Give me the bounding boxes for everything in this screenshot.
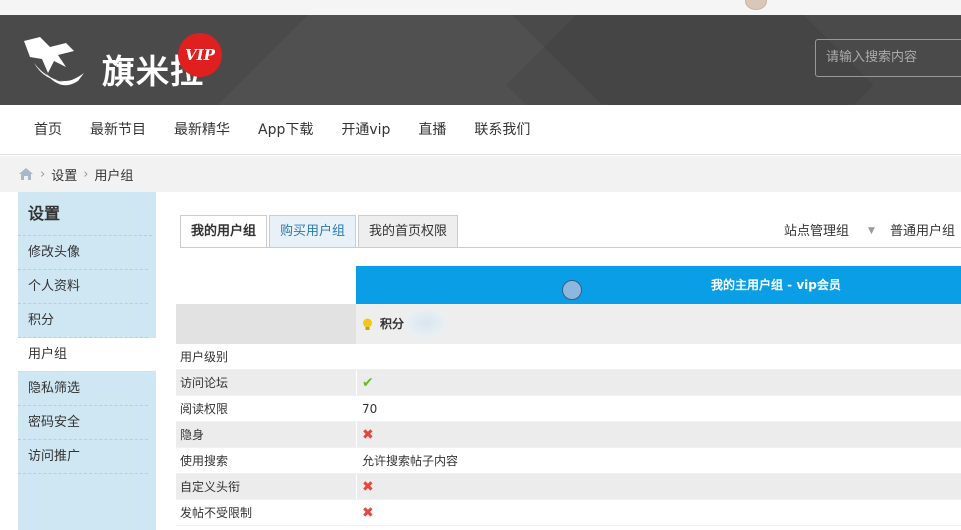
site-logo[interactable]: 旗米拉 VIP [20,33,230,103]
row-value-custom-title: ✖ [356,474,961,499]
row-label-custom-title: 自定义头衔 [180,480,241,494]
row-value-read-permission: 70 [356,396,961,421]
breadcrumb-separator: › [83,166,89,182]
breadcrumb-item-usergroup[interactable]: 用户组 [94,165,133,184]
breadcrumb: › 设置 › 用户组 [0,156,961,192]
nav-item-home[interactable]: 首页 [20,105,76,155]
dropdown-arrow-wrapper: ▼ [0,215,961,248]
main-usergroup-header: 我的主用户组 - vip会员 [356,266,961,304]
nav-item-latest-shows[interactable]: 最新节目 [76,105,160,155]
top-strip [0,0,961,15]
points-row-label-cell [176,304,356,344]
sidebar-item-privacy[interactable]: 隐私筛选 [18,372,148,406]
cross-icon: ✖ [362,427,374,443]
row-label-invisible: 隐身 [180,428,205,442]
cross-icon: ✖ [362,505,374,521]
points-value-blurred [406,309,446,337]
row-value-post-unlimited: ✖ [356,500,961,525]
table-row: 使用搜索 允许搜索帖子内容 [176,448,961,474]
table-row: 隐身 ✖ [176,422,961,448]
nav-item-open-vip[interactable]: 开通vip [327,105,404,155]
row-label-post-unlimited: 发帖不受限制 [180,506,253,520]
user-avatar[interactable] [745,0,767,10]
table-row: 用户级别 [176,344,961,370]
sidebar-item-usergroup[interactable]: 用户组 [18,338,156,372]
breadcrumb-separator: › [40,166,46,182]
table-row: 阅读权限 70 [176,396,961,422]
row-label-visit-forum: 访问论坛 [180,376,229,390]
main-nav: 首页 最新节目 最新精华 App下载 开通vip 直播 联系我们 [0,105,961,155]
sidebar-item-points[interactable]: 积分 [18,304,148,338]
tab-normal-usergroup[interactable]: 普通用户组 [890,215,955,248]
nav-item-live[interactable]: 直播 [404,105,460,155]
row-label-use-search: 使用搜索 [180,454,229,468]
row-value-user-level [356,344,961,369]
sidebar-item-password[interactable]: 密码安全 [18,406,148,440]
chevron-down-icon[interactable]: ▼ [868,215,875,248]
cross-icon: ✖ [362,479,374,495]
search-input[interactable]: 请输入搜索内容 [815,39,961,77]
cursor-indicator [562,280,582,300]
nav-item-latest-highlights[interactable]: 最新精华 [160,105,244,155]
table-row: 自定义头衔 ✖ [176,474,961,500]
nav-item-app-download[interactable]: App下载 [244,105,327,155]
points-row: 积分 [356,304,961,344]
horse-logo-icon [24,37,84,86]
permissions-table: 用户级别 访问论坛 ✔ 阅读权限 70 隐身 ✖ 使用搜索 允许搜索帖子内容 自… [176,344,961,526]
site-header: 旗米拉 VIP 请输入搜索内容 [0,15,961,105]
row-value-use-search: 允许搜索帖子内容 [356,448,961,473]
row-label-user-level: 用户级别 [180,350,229,364]
table-row: 发帖不受限制 ✖ [176,500,961,526]
breadcrumb-item-settings[interactable]: 设置 [51,165,77,184]
lightbulb-icon [363,318,372,330]
sidebar-item-referral[interactable]: 访问推广 [18,440,148,474]
table-row: 访问论坛 ✔ [176,370,961,396]
row-value-visit-forum: ✔ [356,370,961,395]
main-usergroup-title: 我的主用户组 - vip会员 [711,278,841,292]
check-icon: ✔ [362,375,374,391]
home-icon[interactable] [18,167,34,181]
vip-badge: VIP [178,33,222,77]
nav-item-contact[interactable]: 联系我们 [460,105,544,155]
sidebar-item-profile[interactable]: 个人资料 [18,270,148,304]
row-label-read-permission: 阅读权限 [180,402,229,416]
row-value-invisible: ✖ [356,422,961,447]
points-label: 积分 [380,317,405,331]
